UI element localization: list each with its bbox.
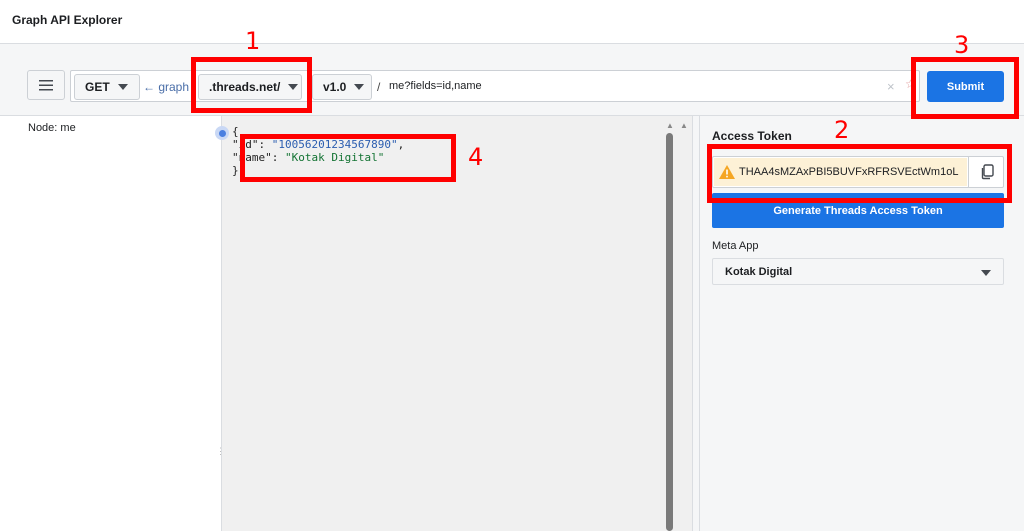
meta-app-value: Kotak Digital [725,266,793,278]
json-close-brace: } [232,164,239,177]
node-label: Node: me [28,122,76,134]
caret-down-icon [117,84,128,90]
path-separator: / [377,80,381,94]
callout-number-3: 3 [954,31,970,59]
method-value: GET [85,80,110,94]
callout-number-1: 1 [245,27,261,55]
meta-app-select[interactable]: Kotak Digital [712,258,1004,285]
graph-back-link[interactable]: ← graph [143,80,189,94]
access-token-label: Access Token [712,129,792,143]
callout-box-2 [707,144,1012,203]
resize-handle[interactable] [692,116,700,531]
app-title: Graph API Explorer [12,13,123,27]
callout-box-3 [911,57,1019,119]
node-explorer-pane: Node: me ⋮ [0,116,225,531]
version-select[interactable]: v1.0 [312,74,372,100]
meta-app-label: Meta App [712,240,759,252]
callout-box-4 [240,134,456,182]
method-select[interactable]: GET [74,74,140,100]
hamburger-icon [39,80,53,91]
caret-down-icon [981,270,991,276]
scroll-up-icon[interactable]: ▲ [666,121,674,130]
callout-number-4: 4 [468,143,484,171]
fold-dot-icon[interactable] [215,126,229,140]
json-open-brace: { [232,125,239,138]
query-input[interactable]: me?fields=id,name [389,80,482,92]
request-toolbar: GET ← graph .threads.net/ v1.0 / me?fiel… [0,44,1024,116]
menu-button[interactable] [27,70,65,100]
callout-number-2: 2 [834,116,850,144]
scroll-up-icon[interactable]: ▲ [680,121,688,130]
callout-box-1 [191,57,312,113]
version-value: v1.0 [323,80,347,94]
top-header: Graph API Explorer [0,0,1024,44]
graph-api-explorer: Graph API Explorer GET ← graph .threads.… [0,0,1024,531]
caret-down-icon [354,84,365,90]
editor-scrollbar[interactable] [666,133,673,531]
clear-icon[interactable]: × [887,79,895,94]
